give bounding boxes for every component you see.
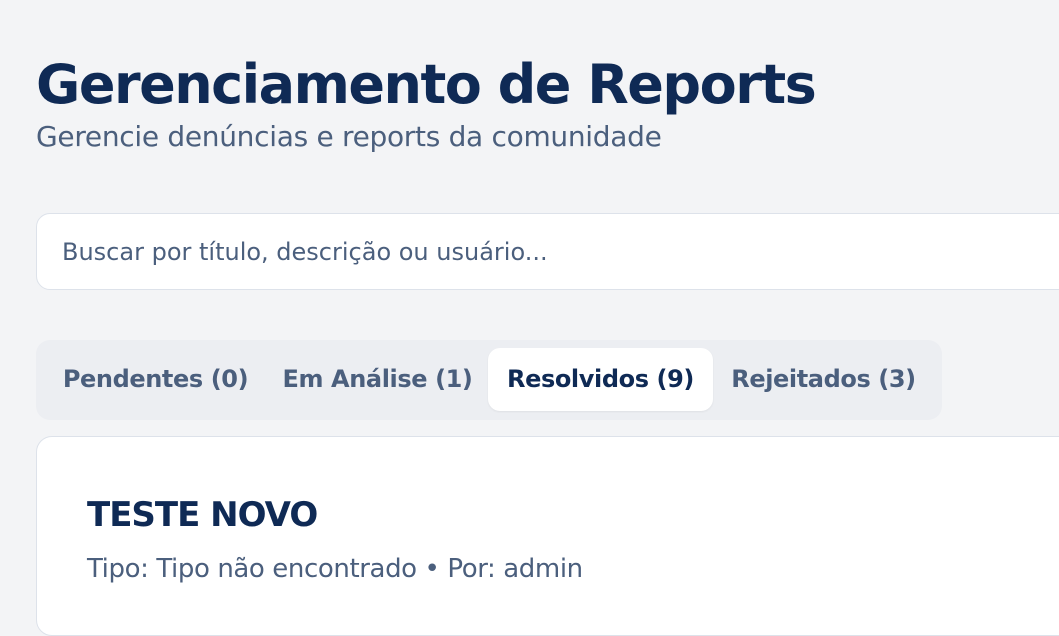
page-title: Gerenciamento de Reports: [36, 53, 817, 116]
search-box[interactable]: [36, 213, 1059, 290]
report-card[interactable]: TESTE NOVO Tipo: Tipo não encontrado • P…: [36, 436, 1059, 636]
report-title: TESTE NOVO: [87, 495, 318, 535]
tab-rejeitados[interactable]: Rejeitados (3): [713, 348, 934, 411]
status-tabs: Pendentes (0) Em Análise (1) Resolvidos …: [36, 340, 942, 420]
search-input[interactable]: [37, 214, 1059, 289]
page-header: Gerenciamento de Reports Gerencie denúnc…: [36, 50, 817, 154]
tab-resolvidos[interactable]: Resolvidos (9): [488, 348, 713, 411]
report-meta: Tipo: Tipo não encontrado • Por: admin: [87, 554, 583, 584]
tab-em-analise[interactable]: Em Análise (1): [267, 348, 488, 411]
tab-pendentes[interactable]: Pendentes (0): [44, 348, 267, 411]
page-subtitle: Gerencie denúncias e reports da comunida…: [36, 120, 662, 153]
